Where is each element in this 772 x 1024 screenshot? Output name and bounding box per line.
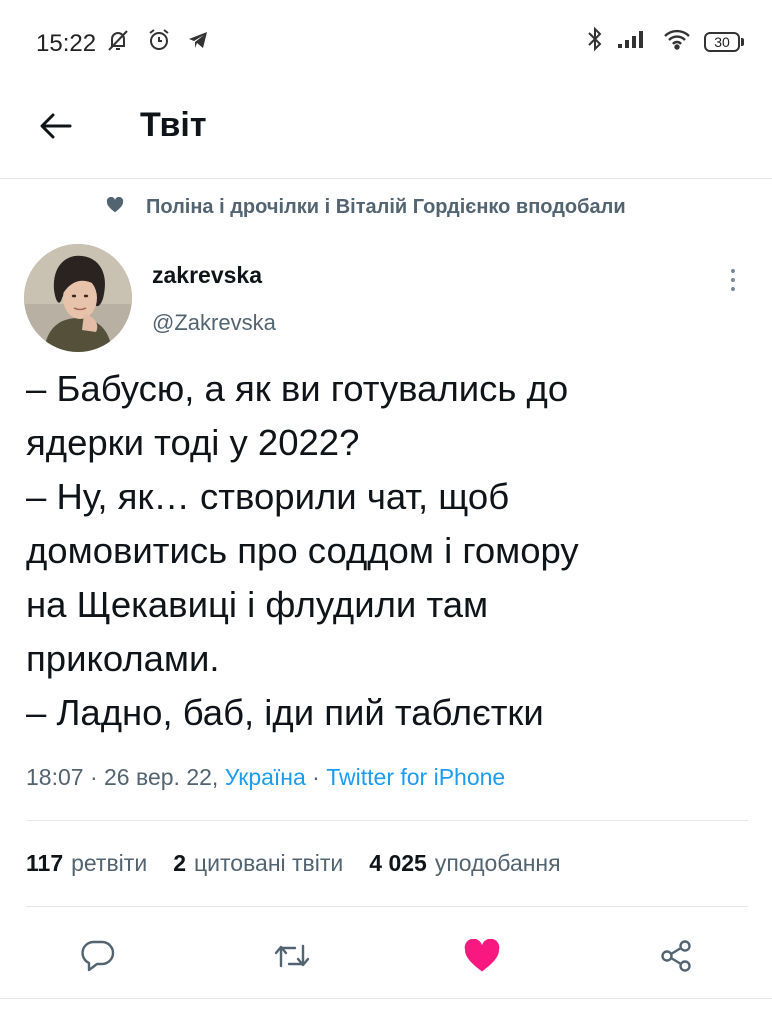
quotes-count: 2 <box>173 850 186 876</box>
muted-bell-icon <box>104 26 132 59</box>
tweet-actions <box>0 930 772 986</box>
tweet-text-line: домовитись про соддом і гомору <box>26 530 579 571</box>
tweet-time[interactable]: 18:07 <box>26 764 84 790</box>
tweet-date[interactable]: 26 вер. 22, <box>104 764 218 790</box>
likes-stat[interactable]: 4 025 уподобання <box>369 850 560 877</box>
retweet-button[interactable] <box>268 934 316 982</box>
tweet-meta: 18:07 · 26 вер. 22, Україна · Twitter fo… <box>26 764 505 791</box>
status-left-icons <box>104 26 210 59</box>
reply-icon <box>80 939 116 978</box>
share-button[interactable] <box>652 934 700 982</box>
tweet-source-link[interactable]: Twitter for iPhone <box>326 764 505 790</box>
retweets-stat[interactable]: 117 ретвіти <box>26 850 147 877</box>
more-dot <box>731 278 735 282</box>
status-time: 15:22 <box>36 30 97 57</box>
quotes-label: цитовані твіти <box>193 850 344 876</box>
battery-icon: 30 <box>704 31 744 52</box>
wifi-icon <box>662 27 692 56</box>
like-button[interactable] <box>458 934 506 982</box>
tweet-text: – Бабусю, а як ви готувались до ядерки т… <box>26 362 756 740</box>
meta-divider <box>26 820 748 821</box>
avatar[interactable] <box>24 244 132 352</box>
tweet-text-line: ядерки тоді у 2022? <box>26 422 360 463</box>
likes-count: 4 025 <box>369 850 427 876</box>
page-title: Твіт <box>140 106 207 144</box>
bottom-divider <box>0 998 772 999</box>
more-dot <box>731 287 735 291</box>
share-icon <box>658 938 694 979</box>
like-icon <box>463 938 501 978</box>
bluetooth-icon <box>586 26 604 57</box>
reply-button[interactable] <box>74 934 122 982</box>
back-arrow-icon <box>39 111 73 146</box>
tweet-location-link[interactable]: Україна <box>225 764 306 790</box>
quotes-stat[interactable]: 2 цитовані твіти <box>173 850 343 877</box>
retweet-icon <box>273 940 311 977</box>
header: Твіт <box>0 86 772 178</box>
tweet-text-line: – Ладно, баб, іди пий таблєтки <box>26 692 544 733</box>
tweet-text-line: приколами. <box>26 638 220 679</box>
author-handle[interactable]: @Zakrevska <box>152 310 276 336</box>
tweet-stats: 117 ретвіти 2 цитовані твіти 4 025 уподо… <box>26 850 561 877</box>
meta-separator: · <box>83 764 105 790</box>
tweet-text-line: на Щекавиці і флудили там <box>26 584 489 625</box>
likes-label: уподобання <box>434 850 561 876</box>
signal-icon <box>616 28 650 55</box>
meta-separator: · <box>305 764 327 790</box>
header-divider <box>0 178 772 179</box>
tweet-text-line: – Бабусю, а як ви готувались до <box>26 368 569 409</box>
retweets-label: ретвіти <box>71 850 148 876</box>
tweet-text-line: – Ну, як… створили чат, щоб <box>26 476 510 517</box>
battery-level: 30 <box>704 31 740 52</box>
author-display-name[interactable]: zakrevska <box>152 262 262 289</box>
alarm-clock-icon <box>146 27 172 58</box>
status-bar: 15:22 30 <box>0 0 772 86</box>
retweets-count: 117 <box>26 850 64 876</box>
status-right-icons: 30 <box>586 26 744 57</box>
heart-icon <box>106 196 124 218</box>
stats-divider <box>26 906 748 907</box>
telegram-icon <box>186 28 210 57</box>
back-button[interactable] <box>32 104 80 152</box>
more-options-button[interactable] <box>718 262 748 298</box>
social-context-text: Поліна і дрочілки і Віталій Гордієнко вп… <box>146 196 626 218</box>
more-dot <box>731 269 735 273</box>
social-context[interactable]: Поліна і дрочілки і Віталій Гордієнко вп… <box>106 196 626 219</box>
